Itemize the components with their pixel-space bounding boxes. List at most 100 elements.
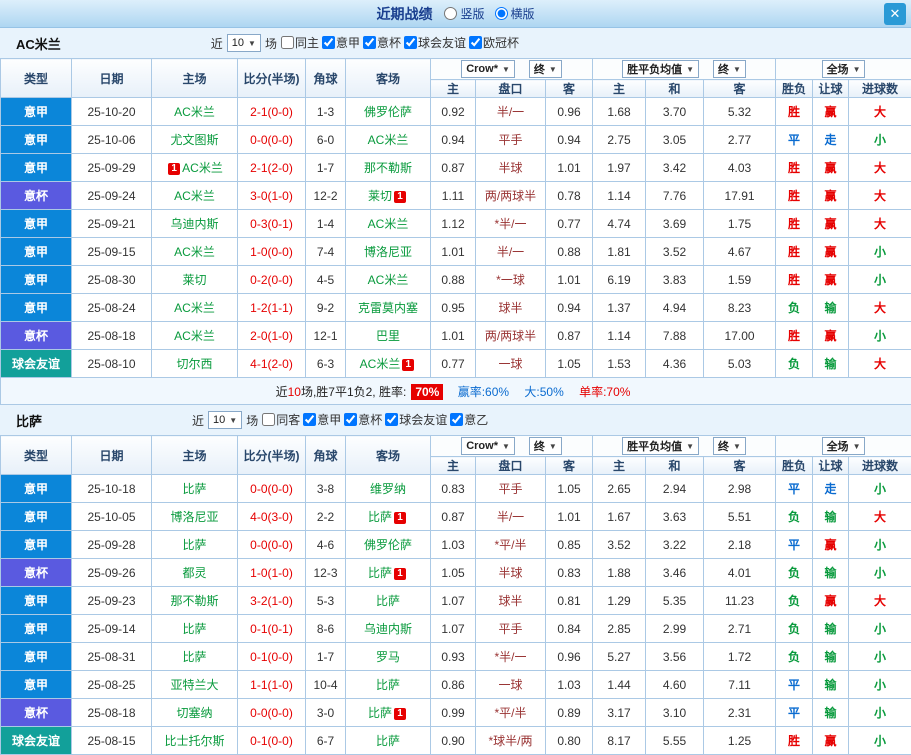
dropdown-arrow-icon: ▼ xyxy=(686,65,694,74)
date-cell: 25-08-31 xyxy=(72,643,152,671)
score-cell: 0-0(0-0) xyxy=(238,126,306,154)
corner-cell: 6-0 xyxy=(306,126,346,154)
final-odds-select[interactable]: 终 ▼ xyxy=(529,60,562,78)
match-count-select[interactable]: 10 ▼ xyxy=(208,411,242,429)
goals-cell: 大 xyxy=(849,294,911,322)
dropdown-arrow-icon: ▼ xyxy=(549,442,557,451)
result-cell: 胜 xyxy=(776,210,813,238)
col-header-type: 类型 xyxy=(1,436,72,475)
final-odds-select-2[interactable]: 终 ▼ xyxy=(713,60,746,78)
filter-checkbox[interactable]: 意乙 xyxy=(450,411,488,428)
away-team-cell: 那不勒斯 xyxy=(346,154,431,182)
radio-vertical-input[interactable] xyxy=(444,7,457,20)
odds-home-cell: 0.99 xyxy=(431,699,476,727)
handicap-result-cell: 输 xyxy=(813,699,849,727)
checkbox-input[interactable] xyxy=(363,36,376,49)
league-cell: 意甲 xyxy=(1,126,72,154)
team-name: 博洛尼亚 xyxy=(170,510,218,524)
layout-radio-vertical[interactable]: 竖版 xyxy=(444,5,484,22)
filter-checkbox[interactable]: 球会友谊 xyxy=(385,411,447,428)
filter-checkbox[interactable]: 意甲 xyxy=(322,34,360,51)
checkbox-input[interactable] xyxy=(404,36,417,49)
checkbox-input[interactable] xyxy=(281,36,294,49)
odds-company-select[interactable]: Crow* ▼ xyxy=(461,437,515,455)
filter-checkbox[interactable]: 欧冠杯 xyxy=(469,34,519,51)
score-cell: 0-1(0-0) xyxy=(238,643,306,671)
checkbox-input[interactable] xyxy=(450,413,463,426)
match-row: 意甲25-09-15AC米兰1-0(0-0)7-4博洛尼亚1.01半/一0.88… xyxy=(1,238,911,266)
handicap-result-cell: 输 xyxy=(813,559,849,587)
handicap-result-cell: 走 xyxy=(813,475,849,503)
checkbox-input[interactable] xyxy=(303,413,316,426)
home-team-cell: 尤文图斯 xyxy=(152,126,238,154)
goals-cell: 小 xyxy=(849,615,911,643)
away-team-cell: AC米兰 xyxy=(346,126,431,154)
checkbox-input[interactable] xyxy=(469,36,482,49)
handicap-win-rate: 赢率:60% xyxy=(458,385,509,399)
corner-cell: 12-1 xyxy=(306,322,346,350)
handicap-cell: 一球 xyxy=(476,350,546,378)
corner-cell: 1-7 xyxy=(306,643,346,671)
corner-cell: 1-7 xyxy=(306,154,346,182)
checkbox-input[interactable] xyxy=(385,413,398,426)
handicap-cell: 半球 xyxy=(476,154,546,182)
corner-cell: 6-7 xyxy=(306,727,346,755)
wdl-average-select[interactable]: 胜平负均值 ▼ xyxy=(622,437,699,455)
filter-checkbox[interactable]: 意杯 xyxy=(363,34,401,51)
red-card-badge: 1 xyxy=(394,708,406,720)
filter-checkbox[interactable]: 同客 xyxy=(262,411,300,428)
final-odds-select[interactable]: 终 ▼ xyxy=(529,437,562,455)
wdl-average-select[interactable]: 胜平负均值 ▼ xyxy=(622,60,699,78)
goals-cell: 大 xyxy=(849,350,911,378)
handicap-cell: 半/一 xyxy=(476,503,546,531)
league-cell: 球会友谊 xyxy=(1,727,72,755)
odds-away-cell: 0.77 xyxy=(546,210,593,238)
result-cell: 胜 xyxy=(776,322,813,350)
goals-cell: 大 xyxy=(849,98,911,126)
avg-win-cell: 8.17 xyxy=(593,727,646,755)
avg-win-cell: 1.88 xyxy=(593,559,646,587)
layout-radio-horizontal[interactable]: 横版 xyxy=(495,5,535,22)
avg-draw-cell: 7.76 xyxy=(646,182,704,210)
match-count-select[interactable]: 10 ▼ xyxy=(227,34,261,52)
filter-checkbox[interactable]: 同主 xyxy=(281,34,319,51)
avg-lose-cell: 8.23 xyxy=(704,294,776,322)
dropdown-arrow-icon: ▼ xyxy=(502,65,510,74)
result-cell: 平 xyxy=(776,671,813,699)
team-name: 比萨 xyxy=(376,734,400,748)
odds-company-select[interactable]: Crow* ▼ xyxy=(461,60,515,78)
final-odds-select-2[interactable]: 终 ▼ xyxy=(713,437,746,455)
close-button[interactable]: ✕ xyxy=(884,3,906,25)
odds-away-cell: 1.01 xyxy=(546,503,593,531)
avg-lose-cell: 2.18 xyxy=(704,531,776,559)
league-cell: 意甲 xyxy=(1,531,72,559)
radio-horizontal-label: 横版 xyxy=(511,5,535,22)
avg-win-cell: 4.74 xyxy=(593,210,646,238)
filter-checkbox[interactable]: 意甲 xyxy=(303,411,341,428)
handicap-cell: 两/两球半 xyxy=(476,182,546,210)
team-name: AC米兰 xyxy=(174,189,215,203)
score-cell: 1-0(0-0) xyxy=(238,238,306,266)
avg-win-cell: 1.67 xyxy=(593,503,646,531)
red-card-badge: 1 xyxy=(394,191,406,203)
full-match-select[interactable]: 全场 ▼ xyxy=(822,437,866,455)
result-cell: 胜 xyxy=(776,727,813,755)
score-cell: 0-0(0-0) xyxy=(238,531,306,559)
filter-checkbox[interactable]: 球会友谊 xyxy=(404,34,466,51)
dropdown-arrow-icon: ▼ xyxy=(733,442,741,451)
avg-draw-cell: 4.60 xyxy=(646,671,704,699)
match-row: 意甲25-09-23那不勒斯3-2(1-0)5-3比萨1.07球半0.811.2… xyxy=(1,587,911,615)
full-match-select[interactable]: 全场 ▼ xyxy=(822,60,866,78)
avg-lose-cell: 2.98 xyxy=(704,475,776,503)
team-name: 克雷莫内塞 xyxy=(358,301,418,315)
score-cell: 3-2(1-0) xyxy=(238,587,306,615)
filter-checkbox[interactable]: 意杯 xyxy=(344,411,382,428)
radio-vertical-label: 竖版 xyxy=(460,5,484,22)
odds-away-cell: 0.83 xyxy=(546,559,593,587)
radio-horizontal-input[interactable] xyxy=(495,7,508,20)
checkbox-input[interactable] xyxy=(322,36,335,49)
goals-cell: 大 xyxy=(849,182,911,210)
team-name: 那不勒斯 xyxy=(364,161,412,175)
checkbox-input[interactable] xyxy=(344,413,357,426)
checkbox-input[interactable] xyxy=(262,413,275,426)
